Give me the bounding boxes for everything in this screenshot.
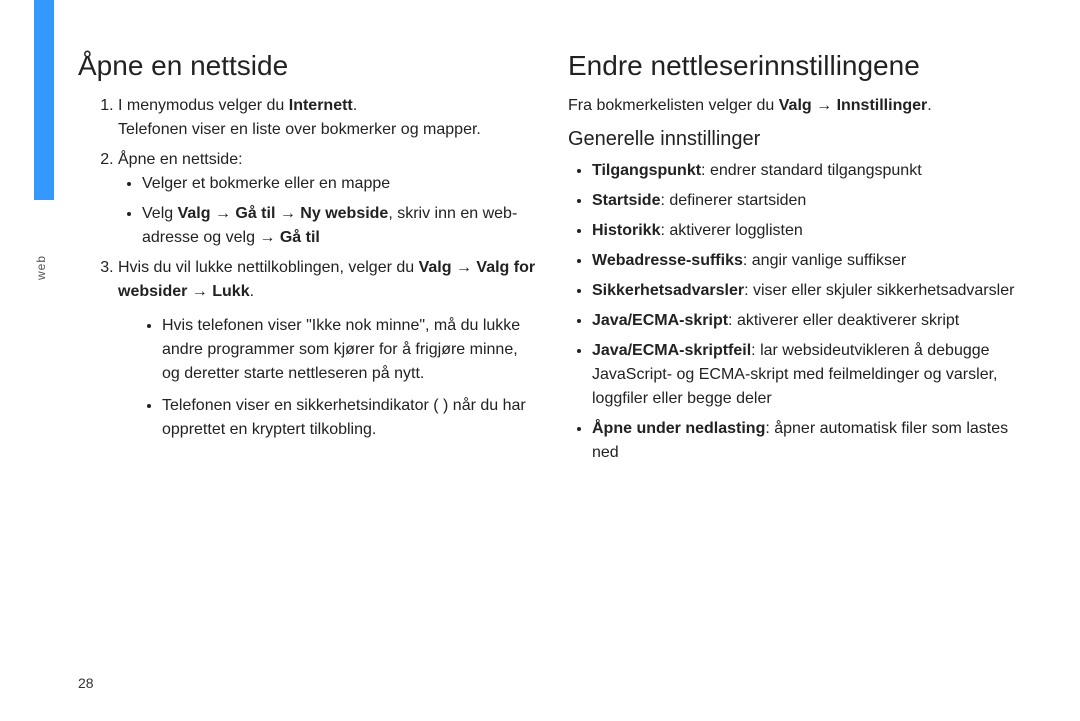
bold-text: Gå til <box>280 229 320 246</box>
side-strip: web <box>0 0 54 721</box>
page-number: 28 <box>78 675 94 691</box>
left-steps: I menymodus velger du Internett. Telefon… <box>78 94 538 304</box>
setting-desc: : endrer standard tilgangspunkt <box>701 162 922 179</box>
note-2: Telefonen viser en sikkerhetsindikator (… <box>162 394 538 442</box>
arrow-icon: → <box>275 205 300 222</box>
bold-text: Internett <box>289 97 353 114</box>
text: Velg <box>142 205 178 222</box>
setting-name: Historikk <box>592 222 660 239</box>
setting-item: Historikk: aktiverer logglisten <box>592 219 1028 243</box>
setting-desc: : viser eller skjuler sikkerhetsadvarsle… <box>744 282 1014 299</box>
settings-list: Tilgangspunkt: endrer standard tilgangsp… <box>568 159 1028 465</box>
arrow-icon: → <box>259 229 279 246</box>
setting-name: Webadresse-suffiks <box>592 252 743 269</box>
document-page: web Åpne en nettside I menymodus velger … <box>0 0 1080 721</box>
bold-text: Valg <box>178 205 211 222</box>
setting-desc: : aktiverer logglisten <box>660 222 802 239</box>
setting-desc: : definerer startsiden <box>660 192 806 209</box>
step-2-bullet-2: Velg Valg → Gå til → Ny webside, skriv i… <box>142 202 538 250</box>
note-list: Hvis telefonen viser "Ikke nok minne", m… <box>142 314 538 442</box>
step-2-bullets: Velger et bokmerke eller en mappe Velg V… <box>118 172 538 250</box>
setting-name: Sikkerhetsadvarsler <box>592 282 744 299</box>
setting-name: Java/ECMA-skript <box>592 312 728 329</box>
setting-item: Startside: definerer startsiden <box>592 189 1028 213</box>
side-tab-label: web <box>34 255 54 280</box>
content-area: Åpne en nettside I menymodus velger du I… <box>78 50 1058 471</box>
arrow-icon: → <box>812 97 837 114</box>
text: I menymodus velger du <box>118 97 289 114</box>
bold-text: Gå til <box>235 205 275 222</box>
bold-text: Valg <box>419 259 452 276</box>
setting-desc: : angir vanlige suffikser <box>743 252 906 269</box>
setting-item: Java/ECMA-skriptfeil: lar websideutvikle… <box>592 339 1028 411</box>
setting-item: Java/ECMA-skript: aktiverer eller deakti… <box>592 309 1028 333</box>
setting-item: Webadresse-suffiks: angir vanlige suffik… <box>592 249 1028 273</box>
note-1: Hvis telefonen viser "Ikke nok minne", m… <box>162 314 538 386</box>
bold-text: Lukk <box>212 283 249 300</box>
side-tab <box>34 0 54 200</box>
right-subheading: Generelle innstillinger <box>568 128 1028 151</box>
text: . <box>927 97 931 114</box>
bold-text: Valg <box>779 97 812 114</box>
setting-desc: : aktiverer eller deaktiverer skript <box>728 312 959 329</box>
setting-item: Sikkerhetsadvarsler: viser eller skjuler… <box>592 279 1028 303</box>
step-2: Åpne en nettside: Velger et bokmerke ell… <box>118 148 538 250</box>
step-1-followup: Telefonen viser en liste over bokmerker … <box>118 118 538 142</box>
step-1: I menymodus velger du Internett. Telefon… <box>118 94 538 142</box>
bold-text: Ny webside <box>300 205 388 222</box>
left-heading: Åpne en nettside <box>78 50 538 82</box>
step-2-bullet-1: Velger et bokmerke eller en mappe <box>142 172 538 196</box>
arrow-icon: → <box>452 259 477 276</box>
setting-name: Java/ECMA-skriptfeil <box>592 342 751 359</box>
setting-name: Startside <box>592 192 660 209</box>
right-column: Endre nettleserinnstillingene Fra bokmer… <box>568 50 1028 471</box>
right-intro: Fra bokmerkelisten velger du Valg → Inns… <box>568 94 1028 118</box>
text: Fra bokmerkelisten velger du <box>568 97 779 114</box>
text: Hvis du vil lukke nettilkoblingen, velge… <box>118 259 419 276</box>
step-3: Hvis du vil lukke nettilkoblingen, velge… <box>118 256 538 304</box>
bold-text: Innstillinger <box>837 97 928 114</box>
setting-name: Åpne under nedlasting <box>592 420 765 437</box>
text: . <box>353 97 357 114</box>
setting-item: Åpne under nedlasting: åpner automatisk … <box>592 417 1028 465</box>
note-block: Hvis telefonen viser "Ikke nok minne", m… <box>118 314 538 442</box>
arrow-icon: → <box>211 205 236 222</box>
step-2-lead: Åpne en nettside: <box>118 151 243 168</box>
left-column: Åpne en nettside I menymodus velger du I… <box>78 50 538 471</box>
text: . <box>250 283 254 300</box>
step-1-text: I menymodus velger du Internett. <box>118 97 357 114</box>
right-heading: Endre nettleserinnstillingene <box>568 50 1028 82</box>
setting-name: Tilgangspunkt <box>592 162 701 179</box>
arrow-icon: → <box>187 283 212 300</box>
setting-item: Tilgangspunkt: endrer standard tilgangsp… <box>592 159 1028 183</box>
